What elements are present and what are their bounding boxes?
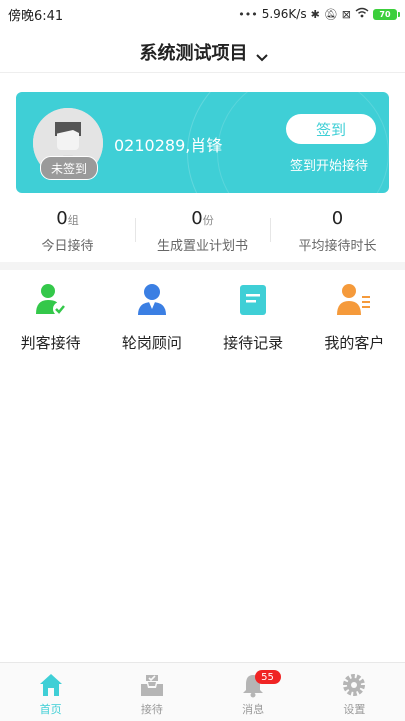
signin-hint: 签到开始接待 [290,159,369,174]
stat-label: 平均接待时长 [298,239,377,254]
inbox-icon [140,675,163,696]
action-label: 轮岗顾问 [121,334,182,352]
tab-settings[interactable]: 设置 [304,663,405,721]
action-judge-reception[interactable]: 判客接待 [0,276,101,356]
signin-button[interactable]: 签到 [286,114,376,144]
project-selector[interactable]: 系统测试项目 [0,32,405,73]
stat-unit: 组 [67,214,79,227]
bottom-tab-bar: 首页 接待 55 消息 设置 [0,662,405,721]
action-label: 判客接待 [20,334,81,352]
chevron-down-icon [255,47,268,62]
dots-icon: ••• [238,7,258,21]
tab-label: 设置 [343,703,366,716]
sim-icon: ⊠ [341,7,351,21]
stat-value: 0 [191,208,203,229]
customer-list-icon [337,284,371,315]
action-reception-records[interactable]: 接待记录 [203,276,304,356]
message-count-badge: 55 [254,670,281,684]
status-bar: 傍晚6:41 ••• 5.96K/s ✱ 🔕︎ ⊠ 70 [0,0,405,28]
tab-messages[interactable]: 55 消息 [203,663,304,721]
bluetooth-icon: ✱ [310,7,320,21]
page-title: 系统测试项目 [139,43,248,64]
advisor-icon [137,284,166,315]
section-divider [0,262,405,270]
mute-icon: 🔕︎ [323,7,338,21]
stat-unit: 份 [202,214,214,227]
action-label: 接待记录 [223,334,284,352]
tab-label: 消息 [242,703,265,716]
tab-label: 首页 [39,703,62,716]
action-label: 我的客户 [324,334,385,352]
quick-actions: 判客接待 轮岗顾问 接待记录 我的客户 [0,276,405,356]
tab-home[interactable]: 首页 [0,663,101,721]
stats-row: 0组 今日接待 0份 生成置业计划书 0 平均接待时长 [0,200,405,260]
stat-label: 今日接待 [41,239,94,254]
home-icon [39,674,62,696]
status-badge: 未签到 [40,156,98,180]
tab-reception[interactable]: 接待 [101,663,202,721]
action-my-customers[interactable]: 我的客户 [304,276,405,356]
status-time: 傍晚6:41 [8,8,64,24]
stat-today-reception: 0组 今日接待 [0,200,135,260]
network-speed: 5.96K/s [261,7,307,21]
stat-value: 0 [331,208,344,229]
gear-icon [343,674,366,696]
stat-plan-count: 0份 生成置业计划书 [135,200,270,260]
status-icons: ••• 5.96K/s ✱ 🔕︎ ⊠ 70 [238,7,400,21]
battery-level: 70 [379,9,391,19]
action-rotation-advisor[interactable]: 轮岗顾问 [101,276,202,356]
user-name: 0210289,肖锋 [114,136,223,155]
stat-label: 生成置业计划书 [156,239,248,254]
battery-icon: 70 [373,8,400,20]
profile-card: 未签到 0210289,肖锋 签到 签到开始接待 [16,92,389,193]
wifi-icon [355,7,369,21]
person-check-icon [35,284,67,316]
document-icon [240,285,267,315]
tab-label: 接待 [140,703,163,716]
stat-value: 0 [56,208,68,229]
stat-average-duration: 0 平均接待时长 [270,200,405,260]
